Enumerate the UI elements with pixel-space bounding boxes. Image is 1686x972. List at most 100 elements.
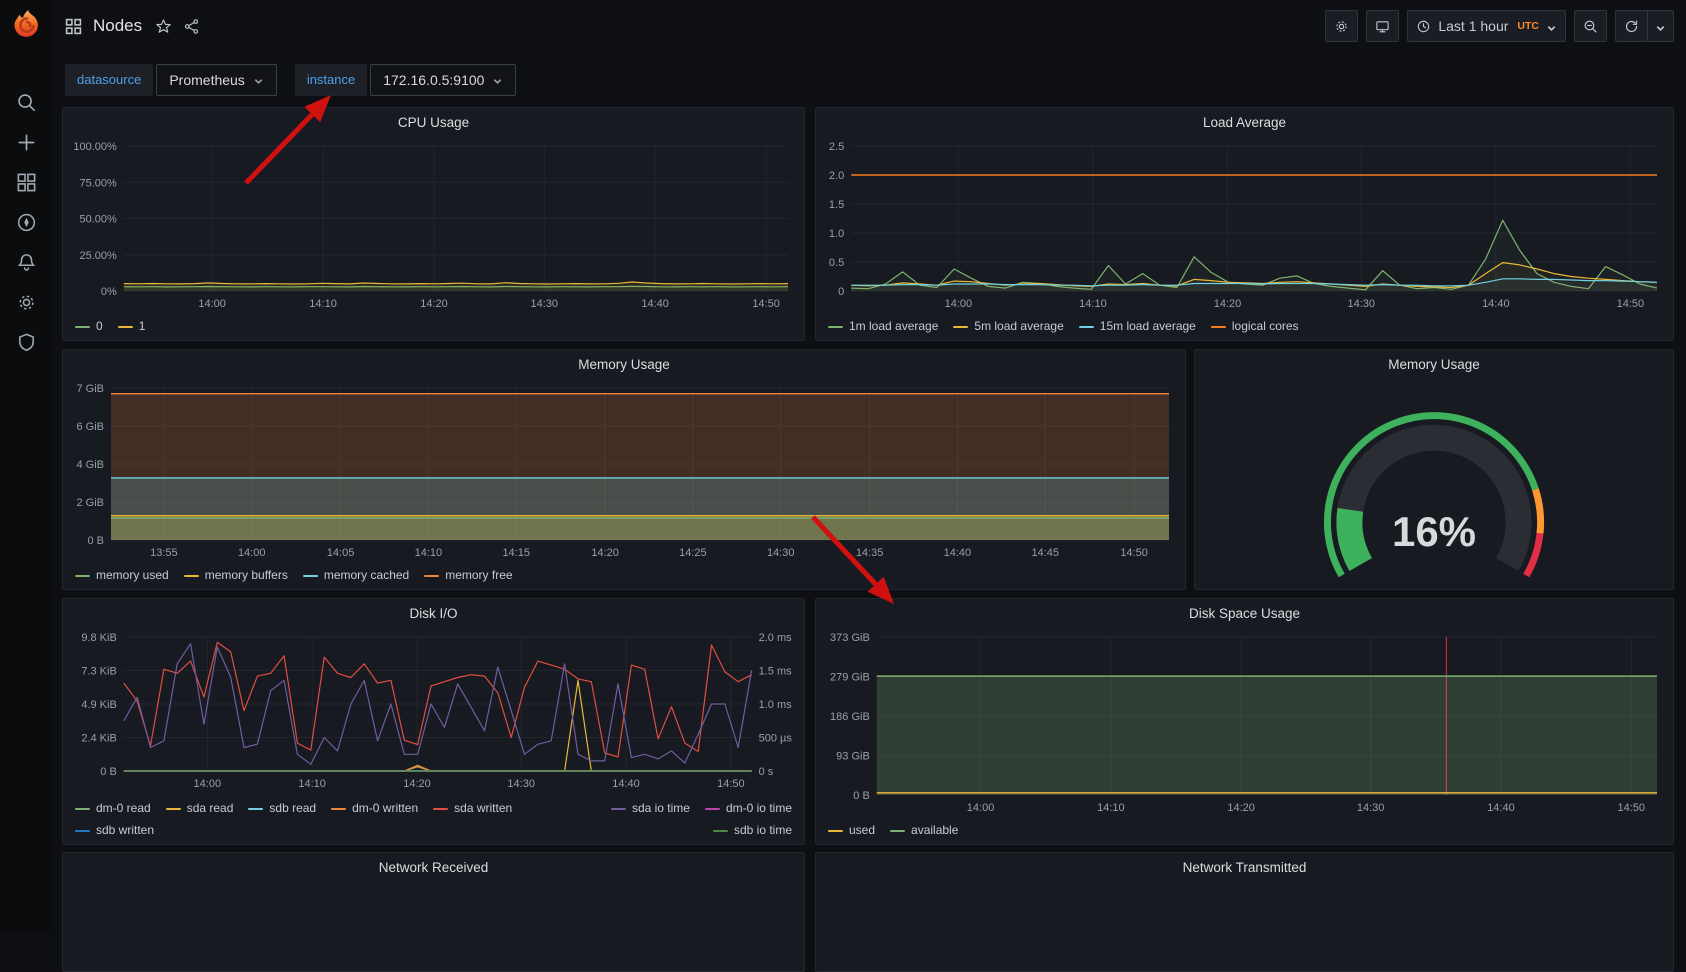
legend-item-sda-read[interactable]: sda read: [166, 798, 234, 819]
panel-disk-io: Disk I/O 14:0014:1014:2014:3014:4014:500…: [62, 598, 805, 845]
explore-compass-icon[interactable]: [16, 212, 37, 233]
configuration-gear-icon[interactable]: [16, 292, 37, 313]
y-axis-tick-label: 25.00%: [79, 250, 117, 262]
legend-item-memory-free[interactable]: memory free: [424, 565, 512, 586]
panel-cpu-usage: CPU Usage 14:0014:1014:2014:3014:4014:50…: [62, 107, 805, 341]
chart-svg[interactable]: 14:0014:1014:2014:3014:4014:5000.51.01.5…: [818, 136, 1671, 313]
refresh-interval-dropdown[interactable]: [1648, 10, 1674, 42]
legend-label: memory free: [445, 565, 512, 586]
server-admin-shield-icon[interactable]: [16, 332, 37, 353]
chart-svg[interactable]: 14:0014:1014:2014:3014:4014:500 B93 GiB1…: [818, 627, 1671, 817]
datasource-variable-value[interactable]: Prometheus: [156, 64, 276, 96]
refresh-button[interactable]: [1615, 10, 1648, 42]
panel-title[interactable]: Memory Usage: [63, 350, 1185, 378]
x-axis-tick-label: 14:30: [1357, 802, 1385, 814]
panel-memory-usage-gauge: Memory Usage 16%: [1194, 349, 1674, 590]
chart-svg[interactable]: 13:5514:0014:0514:1014:1514:2014:2514:30…: [65, 378, 1183, 562]
legend-label: sda io time: [632, 798, 690, 819]
grafana-logo[interactable]: [9, 8, 45, 44]
legend-label: sdb read: [269, 798, 316, 819]
legend-item-5m-load-average[interactable]: 5m load average: [953, 316, 1063, 337]
disk-space-chart[interactable]: 14:0014:1014:2014:3014:4014:500 B93 GiB1…: [818, 627, 1671, 817]
legend-item-memory-used[interactable]: memory used: [75, 565, 169, 586]
timezone-label: UTC: [1517, 20, 1539, 32]
legend-label: sdb written: [96, 820, 154, 841]
chart-svg[interactable]: 14:0014:1014:2014:3014:4014:500 B2.4 KiB…: [65, 627, 802, 793]
zoom-out-icon: [1583, 19, 1598, 34]
x-axis-tick-label: 14:30: [767, 547, 795, 559]
legend-item-1[interactable]: 1: [118, 316, 146, 337]
variables-submenu: datasource Prometheus instance 172.16.0.…: [53, 52, 1686, 107]
legend-swatch: [828, 830, 843, 832]
legend-item-1m-load-average[interactable]: 1m load average: [828, 316, 938, 337]
panel-title[interactable]: Disk I/O: [63, 599, 804, 627]
y-axis-tick-label: 50.00%: [79, 214, 117, 226]
legend-item-memory-buffers[interactable]: memory buffers: [184, 565, 288, 586]
disk-io-chart[interactable]: 14:0014:1014:2014:3014:4014:500 B2.4 KiB…: [65, 627, 802, 793]
alerting-bell-icon[interactable]: [16, 252, 37, 273]
legend-item-dm-0-io-time[interactable]: dm-0 io time: [705, 798, 792, 819]
instance-variable-label: instance: [295, 64, 367, 96]
refresh-button-group: [1615, 10, 1674, 42]
cpu-usage-chart[interactable]: 14:0014:1014:2014:3014:4014:500%25.00%50…: [65, 136, 802, 313]
share-icon[interactable]: [183, 18, 200, 35]
load-average-chart[interactable]: 14:0014:1014:2014:3014:4014:5000.51.01.5…: [818, 136, 1671, 313]
variable-instance: instance 172.16.0.5:9100: [295, 64, 517, 96]
legend-item-dm-0-read[interactable]: dm-0 read: [75, 798, 151, 819]
zoom-out-button[interactable]: [1574, 10, 1607, 42]
y-axis-tick-label: 186 GiB: [830, 711, 870, 723]
legend-item-dm-0-written[interactable]: dm-0 written: [331, 798, 418, 819]
panel-title[interactable]: Load Average: [816, 108, 1673, 136]
search-icon[interactable]: [16, 92, 37, 113]
series-fill-memory-used: [111, 518, 1169, 540]
x-axis-tick-label: 14:30: [530, 298, 558, 310]
legend-label: logical cores: [1232, 316, 1299, 337]
x-axis-tick-label: 14:50: [717, 778, 745, 790]
dashboards-icon[interactable]: [16, 172, 37, 193]
legend-item-sda-io-time[interactable]: sda io time: [611, 798, 690, 819]
legend-label: memory used: [96, 565, 169, 586]
panel-title[interactable]: CPU Usage: [63, 108, 804, 136]
y-axis-tick-label: 2.0: [829, 170, 844, 182]
y-axis-tick-label: 279 GiB: [830, 672, 870, 684]
legend-swatch: [953, 326, 968, 328]
legend-item-sdb-io-time[interactable]: sdb io time: [713, 820, 792, 841]
instance-variable-value[interactable]: 172.16.0.5:9100: [370, 64, 516, 96]
legend-swatch: [433, 808, 448, 810]
memory-usage-chart[interactable]: 13:5514:0014:0514:1014:1514:2014:2514:30…: [65, 378, 1183, 562]
navbar: Nodes Last 1 hour UTC: [53, 0, 1686, 52]
panel-title[interactable]: Network Received: [63, 853, 804, 881]
panel-load-average: Load Average 14:0014:1014:2014:3014:4014…: [815, 107, 1674, 341]
legend-item-0[interactable]: 0: [75, 316, 103, 337]
legend-item-used[interactable]: used: [828, 820, 875, 841]
chart-svg[interactable]: 14:0014:1014:2014:3014:4014:500%25.00%50…: [65, 136, 802, 313]
legend-label: dm-0 written: [352, 798, 418, 819]
legend-item-15m-load-average[interactable]: 15m load average: [1079, 316, 1196, 337]
panel-title[interactable]: Memory Usage: [1195, 350, 1673, 378]
legend-swatch: [248, 808, 263, 810]
legend-item-logical-cores[interactable]: logical cores: [1211, 316, 1299, 337]
legend-item-memory-cached[interactable]: memory cached: [303, 565, 409, 586]
y-axis-tick-label: 2 GiB: [76, 497, 104, 509]
legend-label: sda read: [187, 798, 234, 819]
y2-axis-tick-label: 1.5 ms: [759, 666, 793, 678]
y-axis-tick-label: 93 GiB: [836, 751, 870, 763]
x-axis-tick-label: 14:00: [194, 778, 222, 790]
legend-item-available[interactable]: available: [890, 820, 958, 841]
legend-item-sdb-read[interactable]: sdb read: [248, 798, 316, 819]
panel-title[interactable]: Disk Space Usage: [816, 599, 1673, 627]
x-axis-tick-label: 14:10: [415, 547, 443, 559]
legend-item-sda-written[interactable]: sda written: [433, 798, 512, 819]
create-plus-icon[interactable]: [16, 132, 37, 153]
legend-swatch: [828, 326, 843, 328]
y2-axis-tick-label: 1.0 ms: [759, 699, 793, 711]
legend-swatch: [75, 808, 90, 810]
dashboard-settings-button[interactable]: [1325, 10, 1358, 42]
legend-group-left: dm-0 read sda read sdb read dm-0 written sda…: [75, 798, 547, 841]
legend-swatch: [890, 830, 905, 832]
panel-title[interactable]: Network Transmitted: [816, 853, 1673, 881]
cycle-view-button[interactable]: [1366, 10, 1399, 42]
time-range-picker[interactable]: Last 1 hour UTC: [1407, 10, 1566, 42]
legend-item-sdb-written[interactable]: sdb written: [75, 820, 154, 841]
star-icon[interactable]: [155, 18, 172, 35]
